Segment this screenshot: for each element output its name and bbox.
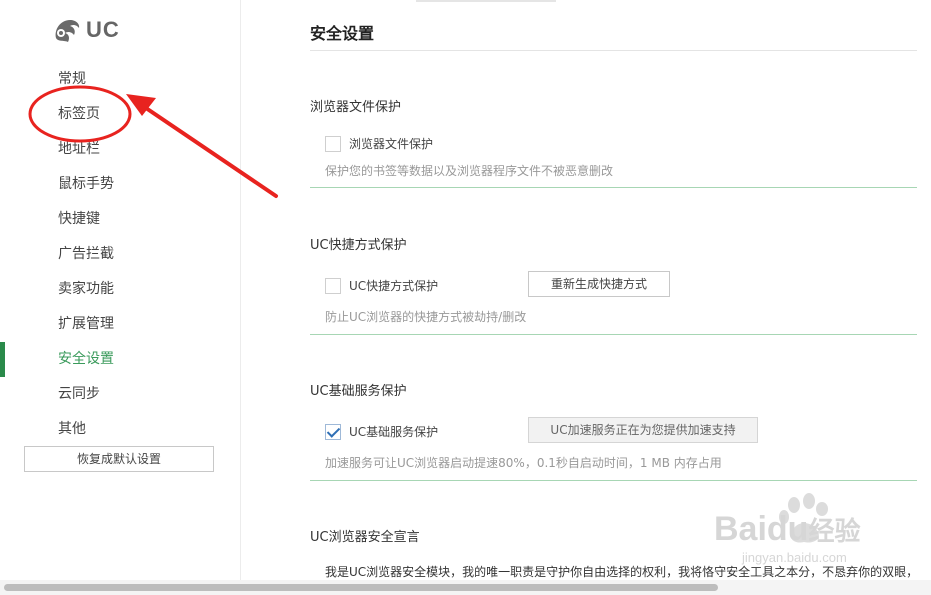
reset-defaults-button[interactable]: 恢复成默认设置 [24,446,214,472]
sidebar-item-security[interactable]: 安全设置 [0,342,240,377]
horizontal-scrollbar[interactable] [0,580,931,595]
base-service-option[interactable]: UC基础服务保护 [325,423,438,440]
base-service-label: UC基础服务保护 [349,425,439,439]
base-service-checkbox[interactable] [325,423,341,440]
sidebar-item-label: 广告拦截 [58,246,114,262]
shortcut-protect-checkbox[interactable] [325,277,341,294]
section-title-shortcut-protect: UC快捷方式保护 [310,238,407,253]
watermark-brand: Baidu [714,510,809,548]
sidebar-item-cloud-sync[interactable]: 云同步 [0,377,240,412]
base-service-desc: 加速服务可让UC浏览器启动提速80%，0.1秒自启动时间，1 MB 内存占用 [325,456,722,470]
page-title: 安全设置 [310,24,375,43]
sidebar-item-label: 快捷键 [58,211,100,227]
watermark-suffix: 经验 [808,516,861,546]
sidebar-item-label: 卖家功能 [58,281,114,297]
settings-sidebar: UC 常规 标签页 地址栏 鼠标手势 快捷键 广告拦截 卖家功能 扩展管理 安全… [0,0,241,580]
sidebar-item-other[interactable]: 其他 [0,412,240,447]
sidebar-item-extensions[interactable]: 扩展管理 [0,307,240,342]
sidebar-item-label: 扩展管理 [58,316,114,332]
section-divider [310,480,917,481]
baidu-paw-icon [779,493,828,543]
sidebar-item-label: 其他 [58,421,86,437]
regenerate-shortcut-button[interactable]: 重新生成快捷方式 [528,271,670,297]
acceleration-status-button[interactable]: UC加速服务正在为您提供加速支持 [528,417,758,443]
title-divider [310,50,917,51]
shortcut-protect-desc: 防止UC浏览器的快捷方式被劫持/删改 [325,310,527,324]
sidebar-item-address-bar[interactable]: 地址栏 [0,132,240,167]
uc-squirrel-icon [55,20,80,42]
sidebar-item-general[interactable]: 常规 [0,62,240,97]
logo-text: UC [86,17,120,42]
file-protect-label: 浏览器文件保护 [349,137,434,151]
sidebar-item-label: 常规 [58,71,86,87]
section-title-declaration: UC浏览器安全宣言 [310,530,420,545]
section-divider [310,334,917,335]
section-title-file-protect: 浏览器文件保护 [310,100,402,115]
baidu-watermark: Baidu经验 jingyan.baidu.com [712,492,912,572]
file-protect-checkbox[interactable] [325,135,341,152]
sidebar-item-shortcuts[interactable]: 快捷键 [0,202,240,237]
sidebar-item-seller-tools[interactable]: 卖家功能 [0,272,240,307]
top-tab-indicator [416,0,556,2]
sidebar-item-ad-block[interactable]: 广告拦截 [0,237,240,272]
sidebar-item-label: 安全设置 [58,351,114,367]
sidebar-nav: 常规 标签页 地址栏 鼠标手势 快捷键 广告拦截 卖家功能 扩展管理 安全设置 … [0,62,240,447]
sidebar-item-label: 地址栏 [58,141,100,157]
shortcut-protect-label: UC快捷方式保护 [349,279,439,293]
shortcut-protect-option[interactable]: UC快捷方式保护 [325,277,438,294]
file-protect-desc: 保护您的书签等数据以及浏览器程序文件不被恶意删改 [325,164,614,178]
sidebar-item-label: 鼠标手势 [58,176,114,192]
scrollbar-thumb[interactable] [4,584,718,591]
sidebar-item-label: 云同步 [58,386,100,402]
section-title-base-service: UC基础服务保护 [310,384,407,399]
sidebar-item-mouse-gestures[interactable]: 鼠标手势 [0,167,240,202]
uc-logo: UC [52,14,120,46]
declaration-text: 我是UC浏览器安全模块，我的唯一职责是守护你自由选择的权利，我将恪守安全工具之本… [325,565,919,579]
section-divider [310,187,917,188]
file-protect-option[interactable]: 浏览器文件保护 [325,135,433,152]
sidebar-item-tabs[interactable]: 标签页 [0,97,240,132]
sidebar-item-label: 标签页 [58,106,100,122]
